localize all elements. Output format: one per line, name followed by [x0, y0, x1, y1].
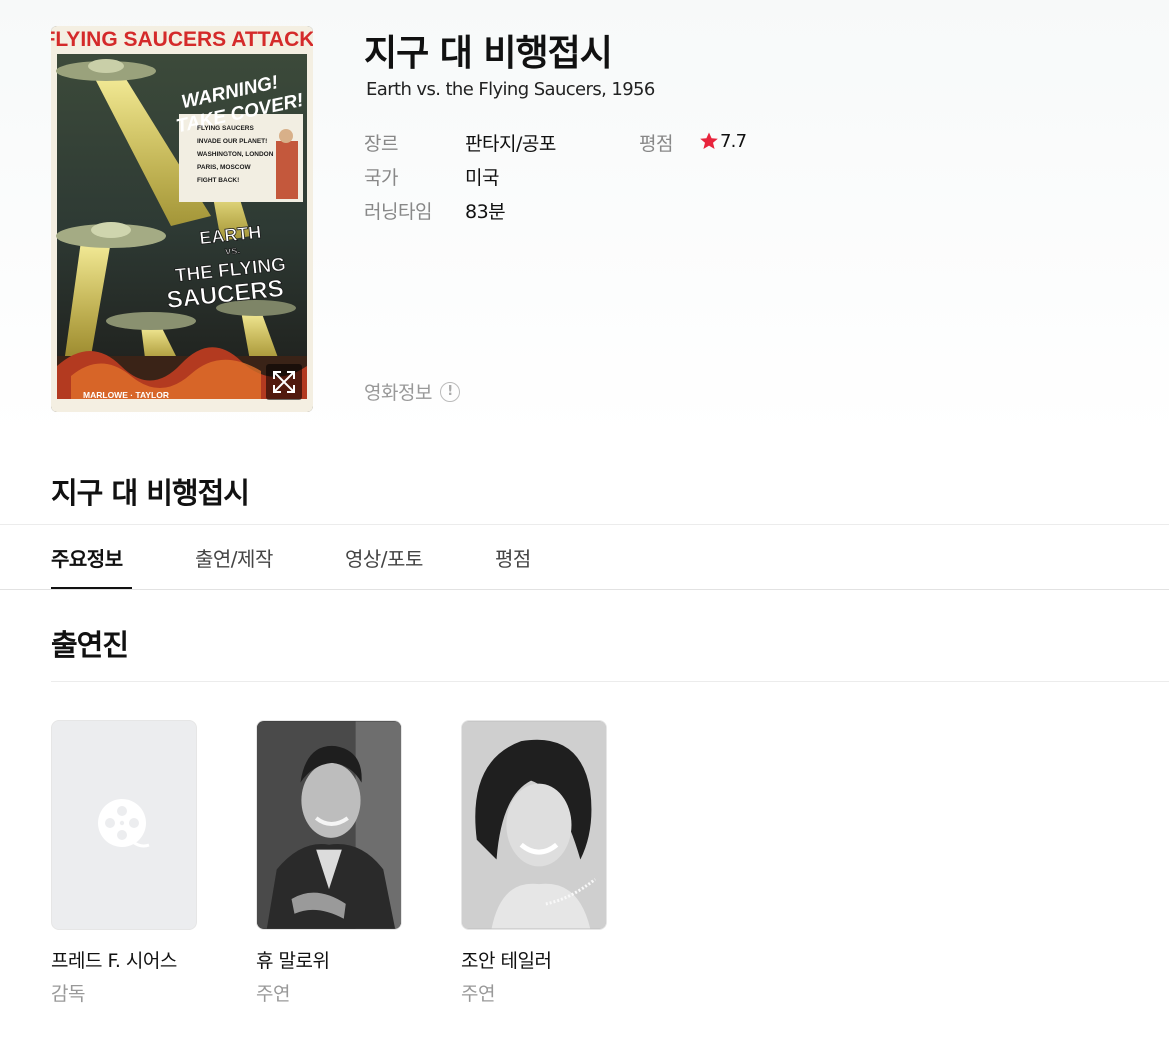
poster-artwork: FLYING SAUCERS ATTACK! WARNING! TAKE COV… — [51, 26, 313, 412]
cast-photo-placeholder — [51, 720, 197, 930]
star-icon — [699, 131, 719, 155]
genre-value: 판타지/공포 — [465, 133, 556, 155]
cast-role: 주연 — [256, 983, 290, 1005]
tab-main-info[interactable]: 주요정보 — [51, 543, 123, 572]
tab-ratings[interactable]: 평점 — [495, 543, 531, 572]
divider — [0, 589, 1169, 590]
tab-video-photo[interactable]: 영상/포토 — [345, 543, 423, 572]
poster-card-line: PARIS, MOSCOW — [197, 164, 252, 171]
cast-name: 조안 테일러 — [461, 950, 552, 972]
divider — [0, 524, 1169, 525]
rating-label: 평점 — [639, 133, 673, 155]
cast-photo — [256, 720, 402, 930]
info-icon: ! — [439, 381, 460, 402]
expand-poster-button[interactable] — [266, 364, 302, 400]
runtime-value: 83분 — [465, 201, 506, 223]
expand-icon — [273, 371, 295, 393]
country-value: 미국 — [465, 167, 499, 189]
divider — [51, 681, 1169, 682]
cast-card[interactable]: 휴 말로위 주연 — [256, 720, 402, 1006]
rating-value: 7.7 — [720, 131, 747, 152]
movie-title: 지구 대 비행접시 — [364, 33, 613, 74]
poster-card-line: WASHINGTON, LONDON — [197, 151, 274, 158]
poster-title-line: vs. — [224, 244, 240, 258]
poster-banner-text: FLYING SAUCERS ATTACK! — [51, 28, 313, 51]
cast-card[interactable]: 조안 테일러 주연 — [461, 720, 607, 1006]
poster-card-line: FIGHT BACK! — [197, 177, 239, 184]
cast-role: 주연 — [461, 983, 495, 1005]
film-reel-icon — [98, 799, 150, 848]
movie-info-label: 영화정보 — [364, 382, 432, 404]
cast-name: 휴 말로위 — [256, 950, 330, 972]
section-title: 지구 대 비행접시 — [51, 476, 250, 510]
tab-cast-crew[interactable]: 출연/제작 — [195, 543, 273, 572]
country-label: 국가 — [364, 167, 398, 189]
movie-poster[interactable]: FLYING SAUCERS ATTACK! WARNING! TAKE COV… — [51, 26, 313, 412]
genre-label: 장르 — [364, 133, 398, 155]
cast-role: 감독 — [51, 983, 85, 1005]
movie-original-title: Earth vs. the Flying Saucers, 1956 — [366, 79, 655, 100]
poster-card-line: FLYING SAUCERS — [197, 125, 254, 132]
actress-portrait — [462, 721, 606, 929]
cast-photo — [461, 720, 607, 930]
runtime-label: 러닝타임 — [364, 201, 432, 223]
poster-card-line: INVADE OUR PLANET! — [197, 138, 267, 145]
cast-name: 프레드 F. 시어스 — [51, 950, 177, 972]
cast-card[interactable]: 프레드 F. 시어스 감독 — [51, 720, 197, 1006]
cast-heading: 출연진 — [51, 628, 129, 662]
actor-portrait — [257, 721, 401, 929]
movie-info-link[interactable]: 영화정보 ! — [364, 378, 460, 405]
poster-credits: MARLOWE · TAYLOR — [83, 390, 169, 400]
